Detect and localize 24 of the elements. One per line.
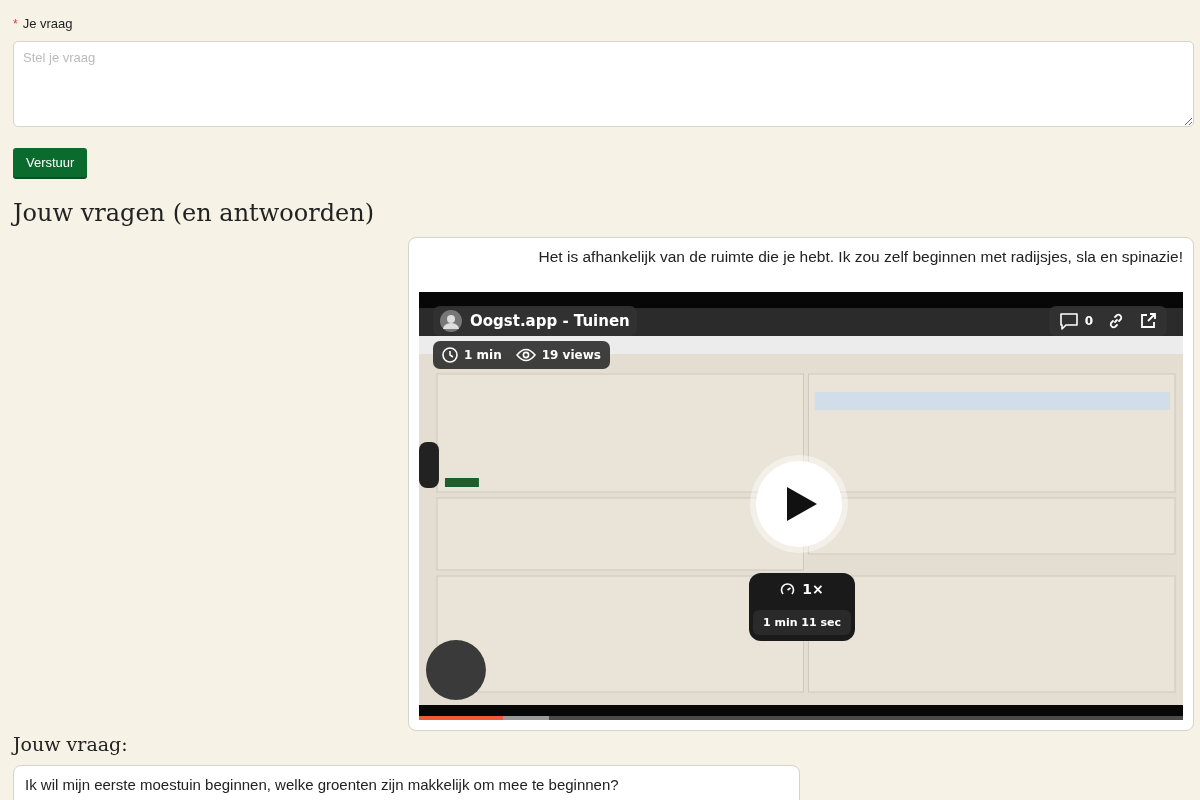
comment-icon[interactable]: [1058, 312, 1079, 330]
views-count: 19 views: [541, 348, 601, 362]
duration-text: 1 min: [464, 348, 502, 362]
speed-value[interactable]: 1×: [802, 581, 824, 597]
eye-icon: [515, 348, 536, 362]
play-icon: [787, 487, 817, 521]
comment-count: 0: [1084, 314, 1093, 328]
link-icon[interactable]: [1107, 312, 1125, 330]
section-heading: Jouw vragen (en antwoorden): [13, 199, 375, 227]
progress-bar[interactable]: [419, 716, 1183, 720]
question-field[interactable]: Stel je vraag: [13, 41, 1194, 127]
video-length: 1 min 11 sec: [752, 610, 851, 635]
video-title: Oogst.app - Tuinen: [470, 312, 630, 330]
question-heading: Jouw vraag:: [13, 733, 128, 755]
clock-icon: [442, 347, 458, 363]
external-link-icon[interactable]: [1139, 312, 1157, 330]
speed-icon[interactable]: [780, 581, 796, 597]
avatar-icon: [440, 310, 462, 332]
answer-text: Het is afhankelijk van de ruimte die je hebt. Ik zou zelf beginnen met radijsjes, sla en spinazie!: [538, 248, 1183, 266]
question-text: Ik wil mijn eerste moestuin beginnen, welke groenten zijn makkelijk om mee te beginnen?: [13, 765, 800, 800]
required-mark: *: [13, 17, 18, 31]
submit-button[interactable]: Verstuur: [13, 148, 88, 177]
video-player[interactable]: Oogst.app - Tuinen 1 min 19 views 0 1× 1 min 11 sec: [419, 292, 1183, 720]
field-label: Je vraag: [22, 16, 73, 31]
